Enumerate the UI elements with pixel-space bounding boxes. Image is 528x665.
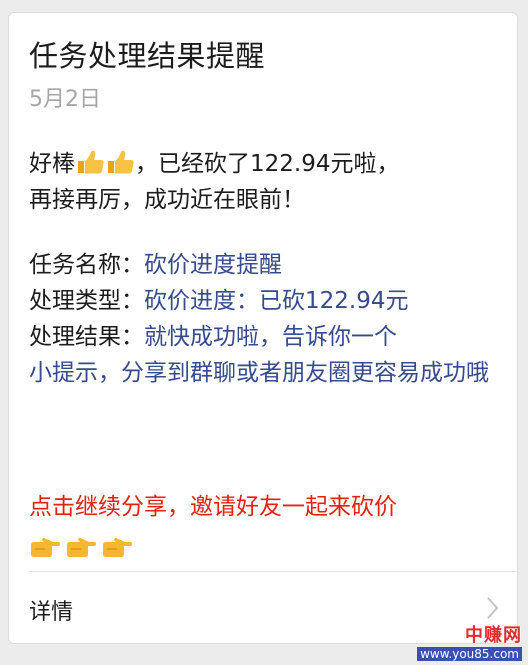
watermark-url: www.you85.com	[417, 647, 522, 661]
thumbs-up-icon	[108, 150, 134, 174]
thumbs-up-icon	[78, 150, 104, 174]
field-row-task-name: 任务名称： 砍价进度提醒	[29, 247, 499, 283]
field-key: 处理结果：	[29, 324, 144, 350]
pointing-right-icon	[103, 537, 132, 557]
info-section: 任务名称： 砍价进度提醒 处理类型： 砍价进度：已砍122.94元 处理结果： …	[29, 247, 499, 391]
lead-text-start: 好棒	[29, 151, 75, 177]
pointing-right-icon	[31, 537, 60, 557]
lead-text-rest: ，已经砍了122.94元啦，	[135, 151, 400, 177]
field-value: 就快成功啦，告诉你一个	[144, 324, 397, 350]
field-row-type: 处理类型： 砍价进度：已砍122.94元	[29, 283, 499, 319]
field-row-result: 处理结果： 就快成功啦，告诉你一个	[29, 319, 499, 355]
field-key: 任务名称：	[29, 252, 144, 278]
notification-card: 任务处理结果提醒 5月2日 好棒 ，已经砍了122.94元啦， 再接再厉，成功近在…	[8, 12, 518, 644]
card-title: 任务处理结果提醒	[29, 39, 266, 73]
pointing-emoji-row	[29, 529, 499, 565]
pointing-right-icon	[67, 537, 96, 557]
lead-text-line2: 再接再厉，成功近在眼前！	[29, 187, 305, 213]
lead-message: 好棒 ，已经砍了122.94元啦， 再接再厉，成功近在眼前！	[29, 146, 499, 218]
watermark-name: 中赚网	[465, 625, 522, 646]
field-value-continued: 小提示，分享到群聊或者朋友圈更容易成功哦	[29, 360, 489, 386]
field-value: 砍价进度提醒	[144, 252, 282, 278]
cta-text: 点击继续分享，邀请好友一起来砍价	[29, 494, 397, 520]
site-watermark: 中赚网 www.you85.com	[417, 621, 522, 661]
card-date: 5月2日	[29, 87, 101, 112]
field-key: 处理类型：	[29, 288, 144, 314]
details-label: 详情	[29, 600, 74, 625]
chevron-right-icon	[487, 597, 499, 619]
call-to-action: 点击继续分享，邀请好友一起来砍价	[29, 489, 499, 565]
field-value: 砍价进度：已砍122.94元	[144, 288, 409, 314]
